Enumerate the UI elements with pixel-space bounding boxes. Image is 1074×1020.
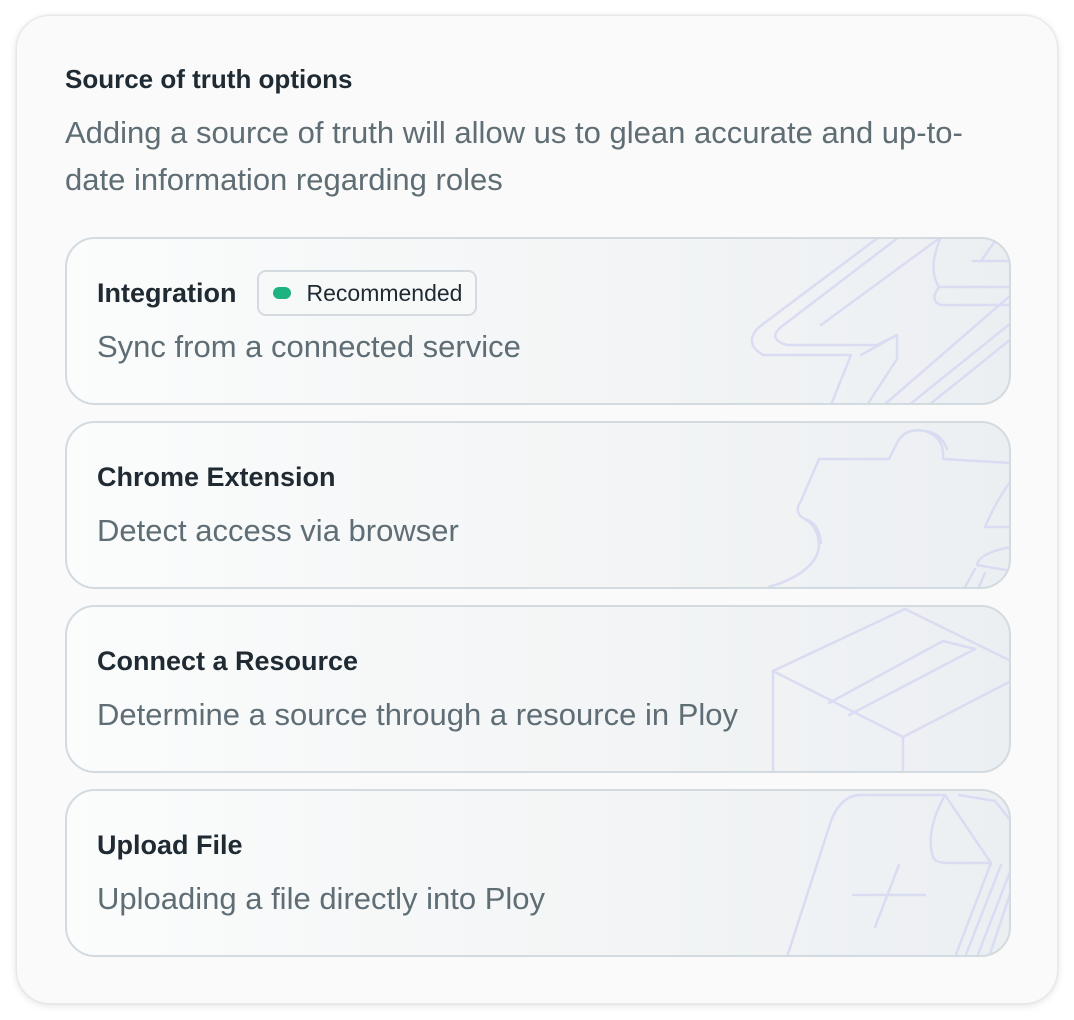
card-description: Sync from a connected service [97, 329, 521, 364]
card-title: Connect a Resource [97, 645, 359, 676]
panel-title: Source of truth options [65, 64, 353, 94]
card-title-row: Integration Recommended [97, 269, 478, 317]
recommended-badge: Recommended [256, 270, 478, 316]
option-card-chrome-extension[interactable]: Chrome Extension Detect access via brows… [65, 421, 1011, 589]
card-title-row: Connect a Resource [97, 637, 358, 685]
file-plus-icon [786, 793, 1009, 955]
card-description: Determine a source through a resource in… [97, 697, 738, 732]
card-description: Detect access via browser [97, 513, 459, 548]
card-title-row: Chrome Extension [97, 453, 336, 501]
box-icon [771, 607, 1009, 771]
source-of-truth-panel: Source of truth options Adding a source … [16, 15, 1058, 1004]
option-card-upload-file[interactable]: Upload File Uploading a file directly in… [65, 789, 1011, 957]
panel-subtitle: Adding a source of truth will allow us t… [65, 115, 963, 197]
option-card-integration[interactable]: Integration Recommended Sync from a conn… [65, 237, 1011, 405]
status-dot-icon [272, 287, 291, 299]
card-title: Chrome Extension [97, 461, 336, 492]
card-title: Integration [97, 277, 237, 308]
card-description: Uploading a file directly into Ploy [97, 881, 546, 916]
puzzle-icon [767, 429, 1009, 587]
lightning-icon [750, 239, 1009, 403]
card-title-row: Upload File [97, 821, 243, 869]
card-title: Upload File [97, 829, 243, 860]
badge-label: Recommended [306, 279, 463, 306]
option-card-connect-resource[interactable]: Connect a Resource Determine a source th… [65, 605, 1011, 773]
